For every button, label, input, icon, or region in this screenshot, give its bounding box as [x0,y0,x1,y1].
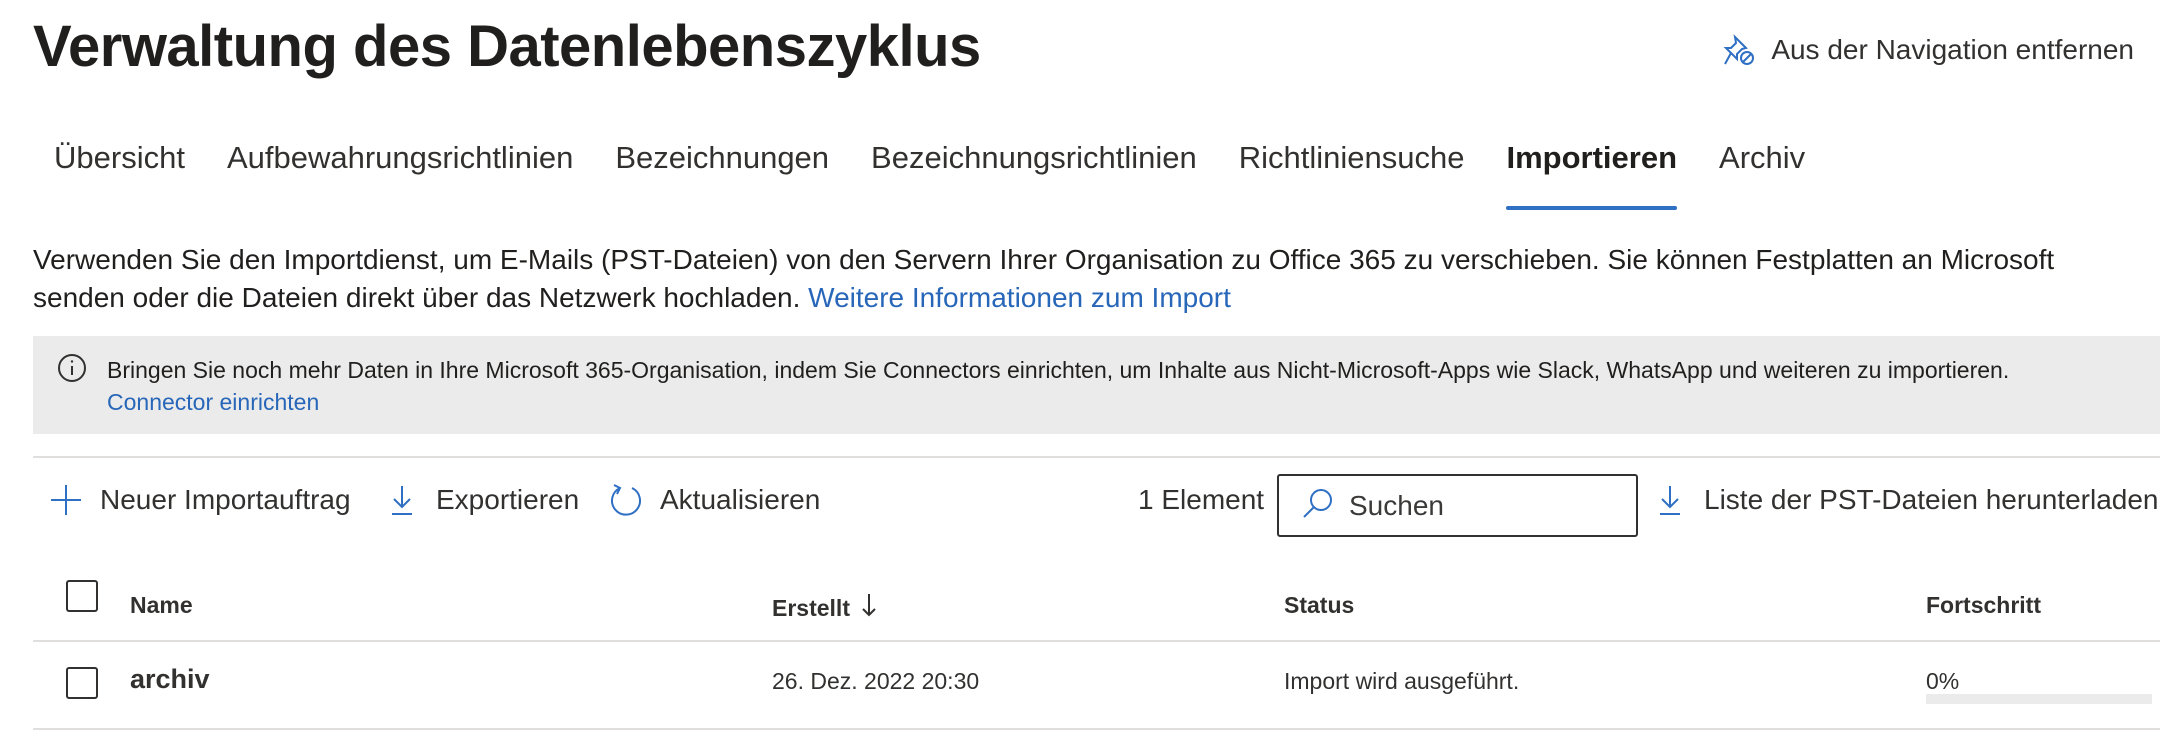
row-name[interactable]: archiv [130,664,210,695]
download-pst-list-button[interactable]: Liste der PST-Dateien herunterladen [1652,482,2159,518]
row-status: Import wird ausgeführt. [1284,668,1520,694]
select-all-checkbox[interactable] [66,580,98,612]
refresh-label: Aktualisieren [660,484,821,515]
tab-import[interactable]: Importieren [1485,140,1698,210]
column-progress-label: Fortschritt [1926,592,2041,618]
new-import-job-button[interactable]: Neuer Importauftrag [48,482,351,518]
column-header-created[interactable]: Erstellt [772,592,878,624]
unpin-from-navigation-button[interactable]: Aus der Navigation entfernen [1721,32,2134,68]
column-created-label: Erstellt [772,594,850,621]
info-icon [56,352,88,384]
search-box[interactable] [1277,474,1638,537]
divider [33,728,2160,730]
tab-archive[interactable]: Archiv [1698,140,1826,210]
column-header-status[interactable]: Status [1284,592,1354,619]
tab-retention-policies[interactable]: Aufbewahrungsrichtlinien [206,140,594,210]
tab-policy-lookup[interactable]: Richtliniensuche [1218,140,1486,210]
download-icon [384,482,420,518]
column-name-label: Name [130,592,193,618]
unpin-label: Aus der Navigation entfernen [1771,34,2134,65]
table-row[interactable]: archiv 26. Dez. 2022 20:30 Import wird a… [33,642,2160,728]
unpin-icon [1721,32,1757,68]
progress-bar [1926,694,2152,704]
tab-labels[interactable]: Bezeichnungen [594,140,850,210]
add-icon [48,482,84,518]
refresh-icon [608,482,644,518]
learn-more-import-link[interactable]: Weitere Informationen zum Import [808,282,1231,313]
info-message-bar: Bringen Sie noch mehr Daten in Ihre Micr… [33,336,2160,434]
item-count: 1 Element [1138,484,1265,515]
search-icon [1301,486,1335,525]
page-title: Verwaltung des Datenlebenszyklus [33,14,981,79]
export-label: Exportieren [436,484,580,515]
search-input[interactable] [1349,489,1609,522]
column-status-label: Status [1284,592,1355,618]
row-checkbox[interactable] [66,667,98,699]
row-progress-label: 0% [1926,668,1960,694]
divider [33,456,2160,458]
intro-text: Verwenden Sie den Importdienst, um E-Mai… [33,241,2153,317]
download-icon [1652,482,1688,518]
table-header: Name Erstellt Status Fortschritt [33,570,2160,640]
download-pst-list-label: Liste der PST-Dateien herunterladen [1704,484,2159,515]
row-created: 26. Dez. 2022 20:30 [772,668,980,694]
export-button[interactable]: Exportieren [384,482,579,518]
column-header-name[interactable]: Name [130,592,193,619]
tab-bar: Übersicht Aufbewahrungsrichtlinien Bezei… [33,140,1826,210]
new-import-job-label: Neuer Importauftrag [100,484,351,515]
column-header-progress[interactable]: Fortschritt [1926,592,2041,619]
tab-label-policies[interactable]: Bezeichnungsrichtlinien [850,140,1218,210]
tab-overview[interactable]: Übersicht [33,140,206,210]
setup-connector-link[interactable]: Connector einrichten [107,386,319,418]
sort-descending-icon [860,592,878,624]
info-message-text: Bringen Sie noch mehr Daten in Ihre Micr… [107,357,2010,383]
refresh-button[interactable]: Aktualisieren [608,482,820,518]
